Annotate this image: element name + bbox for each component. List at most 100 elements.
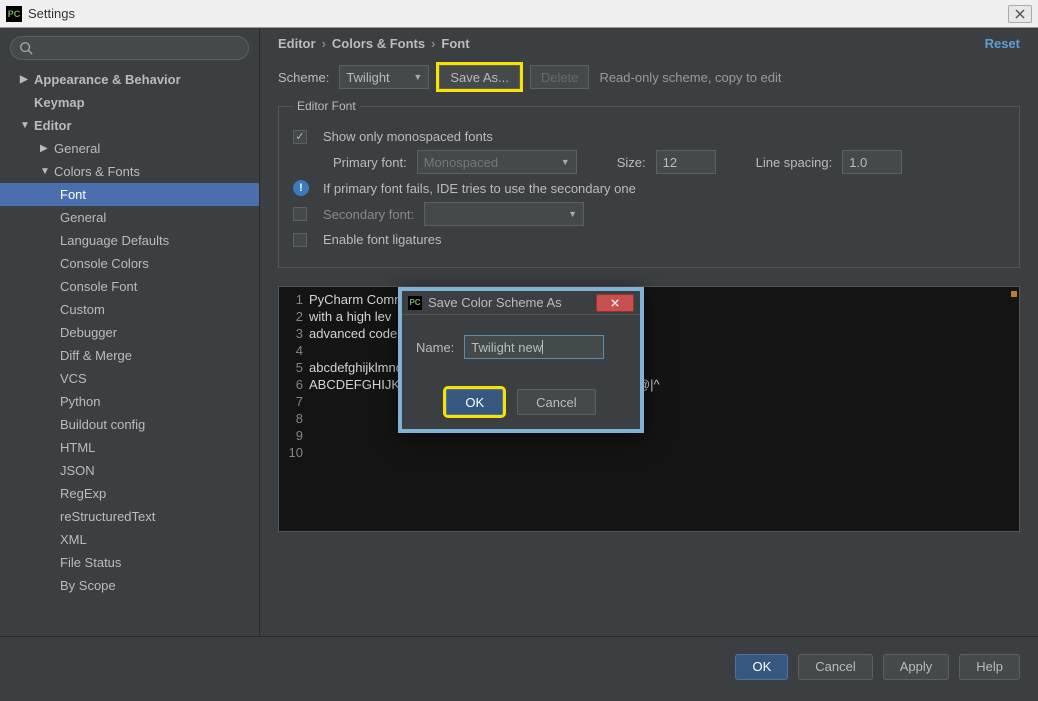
tree-item[interactable]: XML (0, 528, 259, 551)
help-button[interactable]: Help (959, 654, 1020, 680)
caret-icon (542, 340, 543, 354)
tree-font[interactable]: Font (0, 183, 259, 206)
readonly-note: Read-only scheme, copy to edit (599, 70, 781, 85)
tree-item[interactable]: Diff & Merge (0, 344, 259, 367)
size-input[interactable]: 12 (656, 150, 716, 174)
tree-label: Appearance & Behavior (34, 72, 181, 87)
tree-label: Console Colors (60, 256, 149, 271)
tree-label: General (60, 210, 106, 225)
tree-label: Diff & Merge (60, 348, 132, 363)
chevron-right-icon: ▶ (40, 143, 50, 154)
tree-colors-fonts[interactable]: ▼Colors & Fonts (0, 160, 259, 183)
tree-item[interactable]: Python (0, 390, 259, 413)
secondary-font-combo[interactable]: ▼ (424, 202, 584, 226)
content-panel: Editor › Colors & Fonts › Font Reset Sch… (260, 28, 1038, 636)
chevron-down-icon: ▼ (561, 157, 570, 167)
save-as-button[interactable]: Save As... (439, 65, 520, 89)
chevron-right-icon: ▶ (20, 74, 30, 85)
dialog-footer: OK Cancel Apply Help (0, 636, 1038, 696)
preview-text: with a high lev (309, 309, 391, 324)
tree-item[interactable]: HTML (0, 436, 259, 459)
spacing-label: Line spacing: (756, 155, 833, 170)
tree-item[interactable]: reStructuredText (0, 505, 259, 528)
tree-label: Colors & Fonts (54, 164, 140, 179)
delete-button[interactable]: Delete (530, 65, 590, 89)
size-label: Size: (617, 155, 646, 170)
scheme-value: Twilight (346, 70, 389, 85)
tree-label: JSON (60, 463, 95, 478)
breadcrumb-item: Font (441, 36, 469, 51)
window-title: Settings (28, 6, 1008, 21)
breadcrumb-sep-icon: › (431, 36, 435, 51)
primary-font-label: Primary font: (333, 155, 407, 170)
reset-link[interactable]: Reset (985, 36, 1020, 51)
tree-item[interactable]: JSON (0, 459, 259, 482)
tree-general[interactable]: ▶General (0, 137, 259, 160)
show-mono-checkbox[interactable]: ✓ (293, 130, 307, 144)
tree-item[interactable]: Custom (0, 298, 259, 321)
ligatures-label: Enable font ligatures (323, 232, 442, 247)
name-label: Name: (416, 340, 454, 355)
tree-label: XML (60, 532, 87, 547)
search-icon (19, 41, 33, 55)
tree-label: Buildout config (60, 417, 145, 432)
font-preview: 1PyCharm Communi 2with a high lev 3advan… (278, 286, 1020, 532)
primary-font-combo[interactable]: Monospaced ▼ (417, 150, 577, 174)
editor-font-group: Editor Font ✓ Show only monospaced fonts… (278, 99, 1020, 268)
cancel-button[interactable]: Cancel (798, 654, 872, 680)
apply-button[interactable]: Apply (883, 654, 950, 680)
warning-marker-icon (1011, 291, 1017, 297)
dialog-titlebar: PC Save Color Scheme As (402, 291, 640, 315)
tree-item[interactable]: By Scope (0, 574, 259, 597)
sidebar: ▶Appearance & Behavior Keymap ▼Editor ▶G… (0, 28, 260, 636)
preview-text: advanced code e (309, 326, 408, 341)
tree-keymap[interactable]: Keymap (0, 91, 259, 114)
tree-item[interactable]: Language Defaults (0, 229, 259, 252)
tree-item[interactable]: Console Colors (0, 252, 259, 275)
fallback-note: If primary font fails, IDE tries to use … (323, 181, 636, 196)
app-icon: PC (6, 6, 22, 22)
tree-label: Debugger (60, 325, 117, 340)
tree-label: RegExp (60, 486, 106, 501)
ok-button[interactable]: OK (735, 654, 788, 680)
settings-tree: ▶Appearance & Behavior Keymap ▼Editor ▶G… (0, 68, 259, 636)
secondary-font-checkbox[interactable] (293, 207, 307, 221)
tree-item[interactable]: Debugger (0, 321, 259, 344)
dialog-close-button[interactable] (596, 294, 634, 312)
ligatures-checkbox[interactable] (293, 233, 307, 247)
tree-editor[interactable]: ▼ Editor (0, 114, 259, 137)
primary-font-value: Monospaced (424, 155, 498, 170)
chevron-down-icon: ▼ (413, 72, 422, 82)
tree-appearance[interactable]: ▶ Appearance & Behavior (0, 68, 259, 91)
tree-item[interactable]: File Status (0, 551, 259, 574)
app-icon: PC (408, 296, 422, 310)
scheme-label: Scheme: (278, 70, 329, 85)
tree-label: reStructuredText (60, 509, 155, 524)
tree-label: By Scope (60, 578, 116, 593)
editor-font-legend: Editor Font (293, 99, 360, 113)
secondary-font-label: Secondary font: (323, 207, 414, 222)
close-icon (1015, 9, 1025, 19)
tree-label: Editor (34, 118, 72, 133)
dialog-ok-button[interactable]: OK (446, 389, 503, 415)
close-icon (610, 299, 620, 307)
breadcrumb: Editor › Colors & Fonts › Font (278, 36, 1020, 51)
spacing-input[interactable]: 1.0 (842, 150, 902, 174)
chevron-down-icon: ▼ (20, 120, 30, 131)
tree-item[interactable]: Buildout config (0, 413, 259, 436)
tree-item[interactable]: VCS (0, 367, 259, 390)
window-titlebar: PC Settings (0, 0, 1038, 28)
window-close-button[interactable] (1008, 5, 1032, 23)
tree-label: Font (60, 187, 86, 202)
search-input[interactable] (10, 36, 249, 60)
tree-label: Custom (60, 302, 105, 317)
scheme-name-input[interactable]: Twilight new (464, 335, 604, 359)
scheme-combo[interactable]: Twilight ▼ (339, 65, 429, 89)
tree-item[interactable]: Console Font (0, 275, 259, 298)
breadcrumb-item: Editor (278, 36, 316, 51)
dialog-cancel-button[interactable]: Cancel (517, 389, 595, 415)
tree-item[interactable]: General (0, 206, 259, 229)
tree-item[interactable]: RegExp (0, 482, 259, 505)
show-mono-label: Show only monospaced fonts (323, 129, 493, 144)
dialog-title: Save Color Scheme As (428, 295, 562, 310)
